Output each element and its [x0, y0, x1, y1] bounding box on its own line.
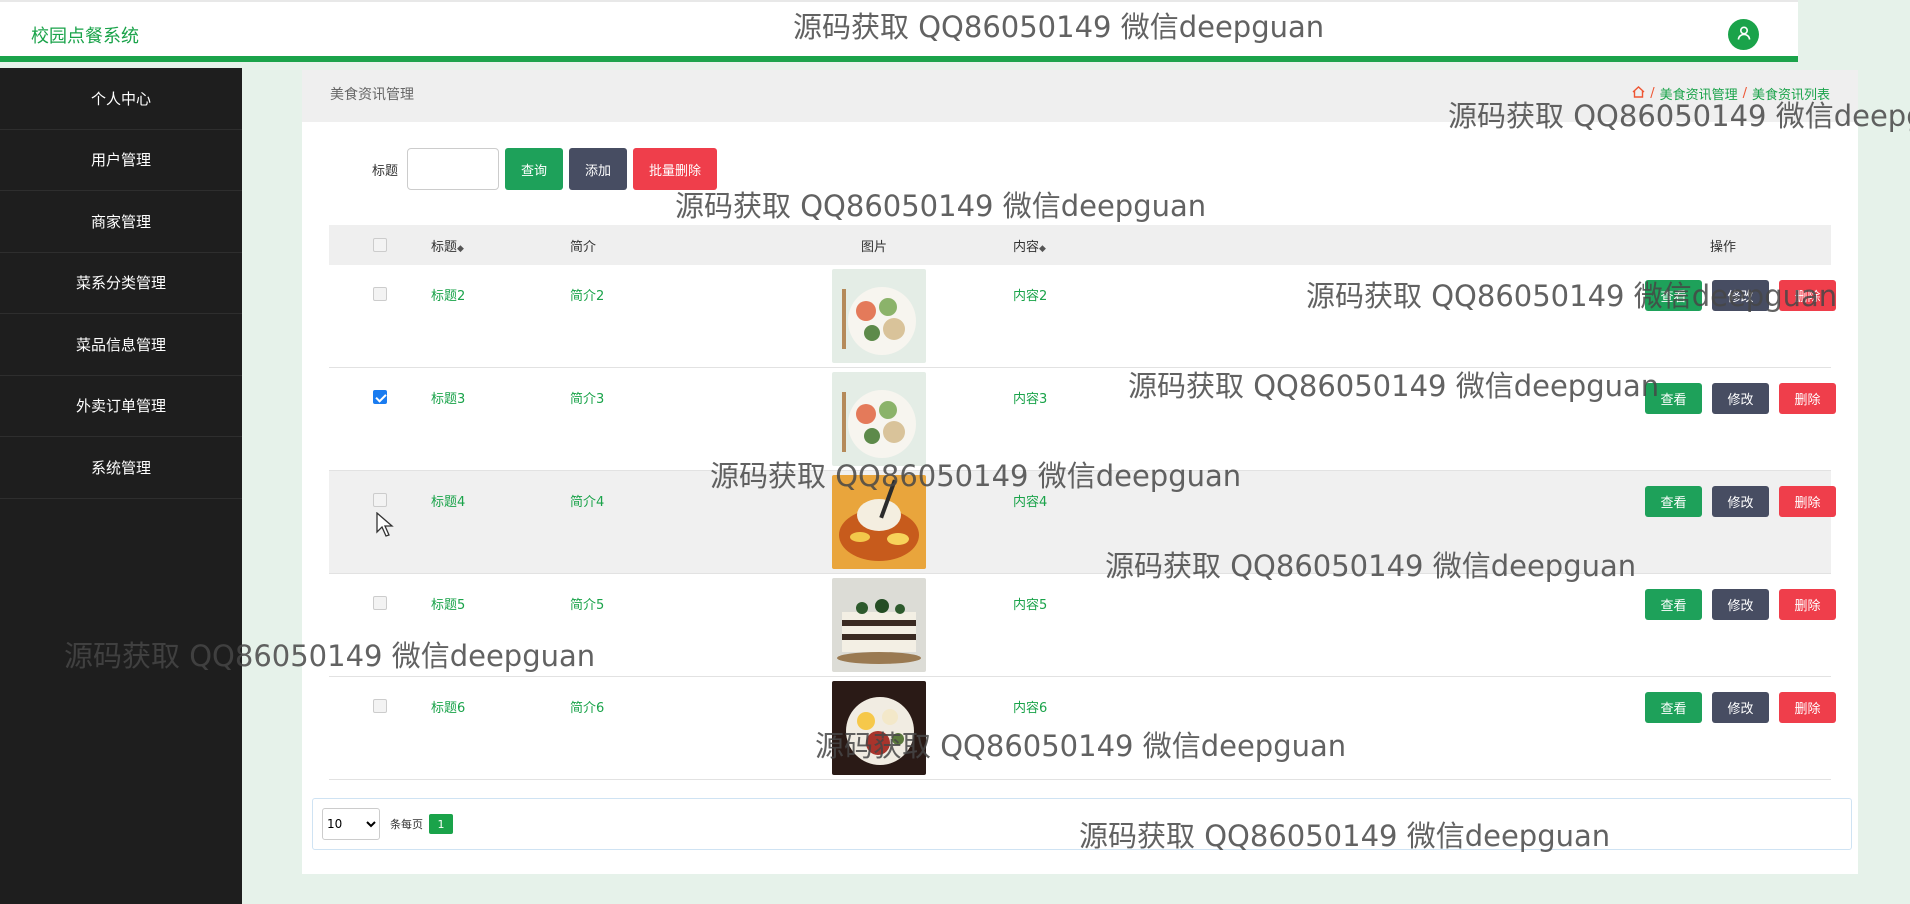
row-checkbox[interactable]	[373, 699, 387, 713]
edit-button[interactable]: 修改	[1712, 383, 1769, 414]
page-title: 美食资讯管理	[330, 87, 414, 103]
search-label: 标题	[372, 163, 399, 179]
cell-intro: 简介3	[570, 392, 605, 407]
view-button[interactable]: 查看	[1645, 383, 1702, 414]
cell-content: 内容2	[1013, 289, 1048, 304]
sidebar-item-merchants[interactable]: 商家管理	[0, 191, 242, 253]
data-table: 标题◆ 简介 图片 内容◆ 操作 标题2 简介2 内容2 查看 修改 删除 标题3 …	[329, 225, 1836, 780]
cell-content: 内容3	[1013, 392, 1048, 407]
search-bar: 标题 查询 添加 批量删除	[372, 148, 723, 190]
cell-intro: 简介6	[570, 701, 605, 716]
cell-intro: 简介5	[570, 598, 605, 613]
breadcrumb-item[interactable]: 美食资讯管理	[1660, 84, 1738, 103]
pagination: 10 条每页 1	[312, 798, 1852, 850]
view-button[interactable]: 查看	[1645, 486, 1702, 517]
food-image[interactable]	[832, 475, 926, 569]
cell-title[interactable]: 标题2	[431, 285, 570, 304]
batch-delete-button[interactable]: 批量删除	[633, 148, 718, 190]
delete-button[interactable]: 删除	[1779, 589, 1836, 620]
edit-button[interactable]: 修改	[1712, 486, 1769, 517]
sort-icon: ◆	[1039, 243, 1046, 254]
delete-button[interactable]: 删除	[1779, 692, 1836, 723]
page-size-select[interactable]: 10	[322, 808, 380, 840]
sidebar-item-system[interactable]: 系统管理	[0, 437, 242, 499]
sidebar: 个人中心 用户管理 商家管理 菜系分类管理 菜品信息管理 外卖订单管理 系统管理	[0, 68, 242, 904]
search-input[interactable]	[407, 148, 500, 190]
table-header: 标题◆ 简介 图片 内容◆ 操作	[329, 225, 1831, 265]
table-row: 标题6 简介6 内容6 查看 修改 删除	[329, 677, 1836, 780]
view-button[interactable]: 查看	[1645, 589, 1702, 620]
cell-intro: 简介4	[570, 495, 605, 510]
delete-button[interactable]: 删除	[1779, 280, 1836, 311]
delete-button[interactable]: 删除	[1779, 383, 1836, 414]
row-checkbox[interactable]	[373, 390, 387, 404]
cell-title[interactable]: 标题6	[431, 697, 570, 716]
column-header-content[interactable]: 内容◆	[1013, 236, 1329, 255]
column-header-title[interactable]: 标题◆	[431, 236, 570, 255]
sort-icon: ◆	[457, 243, 464, 254]
cell-title[interactable]: 标题3	[431, 388, 570, 407]
food-image[interactable]	[832, 372, 926, 466]
view-button[interactable]: 查看	[1645, 692, 1702, 723]
table-row: 标题5 简介5 内容5 查看 修改 删除	[329, 574, 1836, 677]
page-button-current[interactable]: 1	[429, 814, 453, 834]
column-header-actions: 操作	[1710, 239, 1737, 255]
table-row: 标题4 简介4 内容4 查看 修改 删除	[329, 471, 1836, 574]
add-button[interactable]: 添加	[569, 148, 628, 190]
table-row: 标题2 简介2 内容2 查看 修改 删除	[329, 265, 1836, 368]
home-icon[interactable]	[1632, 85, 1645, 102]
select-all-checkbox[interactable]	[373, 238, 387, 252]
table-row: 标题3 简介3 内容3 查看 修改 删除	[329, 368, 1836, 471]
mouse-cursor-icon	[376, 511, 394, 542]
user-icon	[1736, 25, 1752, 45]
food-image[interactable]	[832, 578, 926, 672]
breadcrumb-item-current: 美食资讯列表	[1751, 88, 1830, 103]
edit-button[interactable]: 修改	[1712, 692, 1769, 723]
cell-title[interactable]: 标题5	[431, 594, 570, 613]
row-checkbox[interactable]	[373, 493, 387, 507]
cell-intro: 简介2	[570, 289, 605, 304]
edit-button[interactable]: 修改	[1712, 280, 1769, 311]
sidebar-item-cuisine-categories[interactable]: 菜系分类管理	[0, 253, 242, 314]
cell-content: 内容5	[1013, 598, 1048, 613]
top-accent-line	[0, 56, 1798, 62]
cell-content: 内容4	[1013, 495, 1048, 510]
top-bar: 校园点餐系统	[0, 0, 1798, 62]
breadcrumb: / 美食资讯管理 / 美食资讯列表	[1632, 84, 1830, 103]
main-panel: 美食资讯管理 / 美食资讯管理 / 美食资讯列表 标题 查询 添加 批量删除 标…	[302, 70, 1858, 874]
sidebar-item-profile[interactable]: 个人中心	[0, 68, 242, 130]
delete-button[interactable]: 删除	[1779, 486, 1836, 517]
food-image[interactable]	[832, 681, 926, 775]
view-button[interactable]: 查看	[1645, 280, 1702, 311]
column-header-image: 图片	[861, 239, 888, 255]
edit-button[interactable]: 修改	[1712, 589, 1769, 620]
row-checkbox[interactable]	[373, 287, 387, 301]
food-image[interactable]	[832, 269, 926, 363]
sidebar-item-dishes[interactable]: 菜品信息管理	[0, 314, 242, 376]
user-avatar[interactable]	[1728, 19, 1759, 50]
page-header: 美食资讯管理 / 美食资讯管理 / 美食资讯列表	[302, 70, 1858, 122]
cell-content: 内容6	[1013, 701, 1048, 716]
sidebar-item-orders[interactable]: 外卖订单管理	[0, 376, 242, 437]
cell-title[interactable]: 标题4	[431, 491, 570, 510]
per-page-label: 条每页	[390, 818, 423, 831]
app-title: 校园点餐系统	[31, 26, 139, 47]
column-header-intro: 简介	[570, 239, 597, 255]
sidebar-item-users[interactable]: 用户管理	[0, 130, 242, 191]
row-checkbox[interactable]	[373, 596, 387, 610]
query-button[interactable]: 查询	[505, 148, 564, 190]
